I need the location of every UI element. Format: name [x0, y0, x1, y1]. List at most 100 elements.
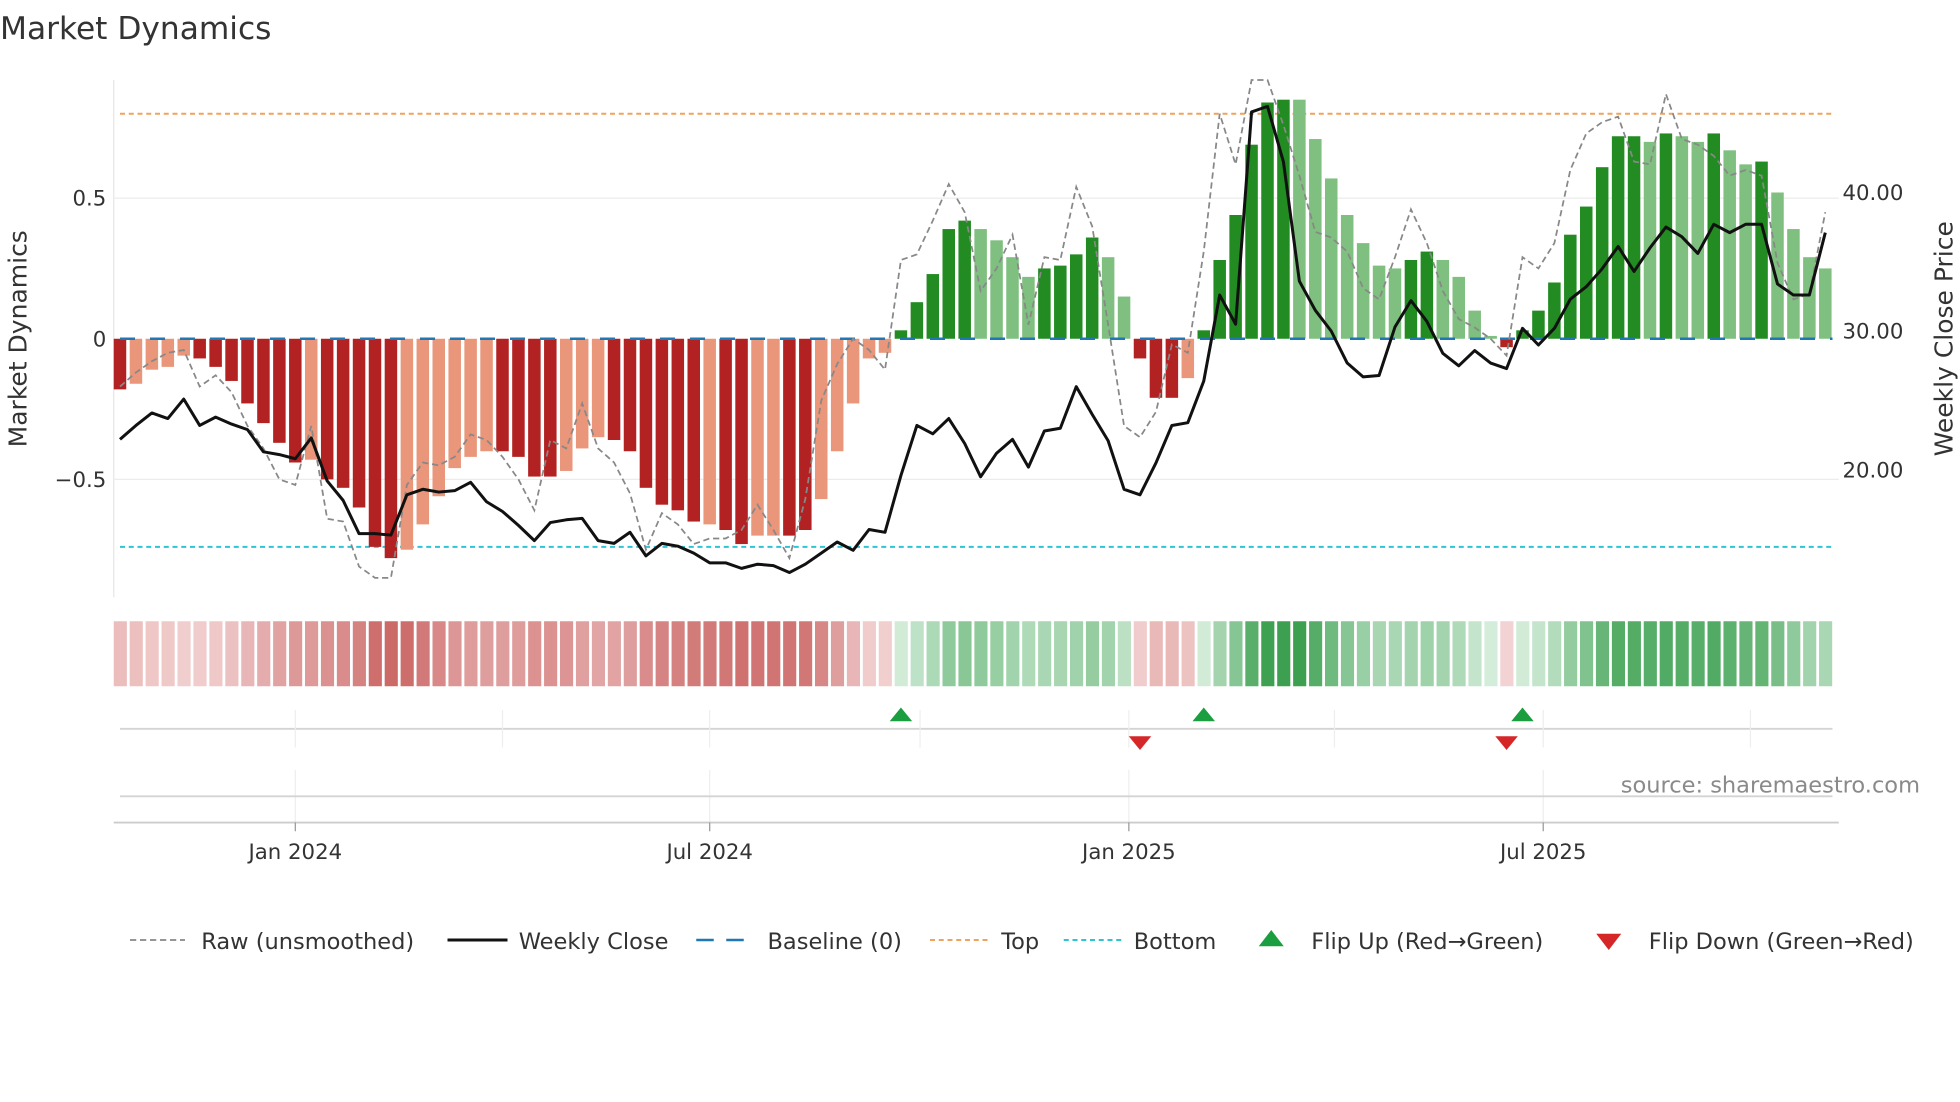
momentum-bar — [1723, 150, 1736, 339]
heat-cell — [1245, 621, 1259, 687]
momentum-bar — [878, 338, 892, 353]
heat-cell — [352, 621, 366, 687]
momentum-bar — [352, 338, 366, 508]
momentum-bar — [1755, 161, 1768, 339]
flip-up-marker — [1192, 707, 1215, 722]
heat-cell — [1181, 621, 1195, 687]
heat-cell — [416, 621, 430, 687]
momentum-bar — [241, 338, 254, 404]
heat-cell — [607, 621, 621, 687]
heat-cell — [225, 621, 239, 687]
momentum-bar — [1038, 268, 1051, 339]
heat-cell — [671, 621, 685, 687]
heat-cell — [1197, 621, 1211, 687]
momentum-bar — [655, 338, 669, 505]
heat-cell — [1516, 621, 1530, 687]
heat-cell — [1213, 621, 1227, 687]
y2-tick-label: 20.00 — [1843, 458, 1904, 483]
momentum-bar — [1070, 254, 1083, 339]
momentum-bar — [894, 330, 908, 339]
heat-cell — [113, 621, 127, 687]
heat-cell — [910, 621, 924, 687]
momentum-bar — [336, 338, 350, 488]
heat-cell — [926, 621, 940, 687]
heat-strip — [113, 621, 1833, 687]
x-tick-label: Jan 2024 — [247, 840, 343, 865]
momentum-bar — [990, 240, 1003, 339]
heat-cell — [1787, 621, 1801, 687]
heat-cell — [1022, 621, 1036, 687]
heat-cell — [544, 621, 558, 687]
momentum-bar — [910, 302, 924, 339]
heat-cell — [1133, 621, 1147, 687]
heat-cell — [846, 621, 860, 687]
momentum-bar — [209, 338, 222, 367]
momentum-bar — [177, 338, 190, 356]
heat-cell — [1070, 621, 1084, 687]
momentum-bar — [783, 338, 796, 536]
momentum-bar — [560, 338, 573, 471]
heat-cell — [1229, 621, 1243, 687]
heat-cell — [1548, 621, 1562, 687]
y-tick-label: −0.5 — [55, 468, 107, 493]
legend-label: Top — [1000, 929, 1039, 955]
momentum-bar — [512, 338, 525, 457]
momentum-bar — [607, 338, 621, 440]
momentum-bar — [639, 338, 653, 488]
heat-cell — [1755, 621, 1769, 687]
momentum-bar — [1500, 338, 1513, 348]
heat-cell — [1054, 621, 1068, 687]
source-label: source: sharemaestro.com — [1621, 773, 1920, 799]
momentum-bar — [1340, 215, 1354, 339]
heat-cell — [1452, 621, 1466, 687]
y2-tick-label: 40.00 — [1843, 181, 1904, 206]
momentum-bar — [528, 338, 541, 477]
momentum-bar — [623, 338, 637, 452]
heat-cell — [894, 621, 908, 687]
momentum-bar — [113, 338, 127, 390]
heat-cell — [990, 621, 1004, 687]
momentum-bar — [1325, 178, 1338, 339]
heat-cell — [1595, 621, 1610, 687]
momentum-bar — [257, 338, 270, 424]
heat-cell — [1819, 621, 1833, 687]
momentum-bar — [320, 338, 334, 480]
heat-cell — [161, 621, 175, 687]
momentum-bar — [1293, 99, 1306, 339]
heat-cell — [1388, 621, 1402, 687]
momentum-bar — [591, 338, 605, 438]
y2-tick-label: 30.00 — [1843, 320, 1904, 345]
heat-cell — [1277, 621, 1291, 687]
momentum-bar — [942, 229, 955, 339]
heat-cell — [767, 621, 781, 687]
heat-cell — [209, 621, 223, 687]
heat-cell — [1723, 621, 1737, 687]
heat-cell — [1165, 621, 1179, 687]
heat-cell — [1085, 621, 1100, 687]
momentum-bar — [926, 274, 940, 339]
momentum-bar — [1611, 136, 1625, 339]
heat-cell — [1420, 621, 1434, 687]
momentum-bar — [1787, 229, 1800, 339]
momentum-bar — [432, 338, 445, 497]
heat-cell — [257, 621, 271, 687]
heat-cell — [336, 621, 350, 687]
momentum-bar — [815, 338, 828, 500]
legend-label: Flip Down (Green→Red) — [1649, 929, 1914, 955]
momentum-bar — [1420, 251, 1434, 339]
heat-cell — [1643, 621, 1657, 687]
heat-cell — [1325, 621, 1339, 687]
momentum-bar — [687, 338, 700, 522]
momentum-bar — [400, 338, 414, 550]
momentum-bar — [1819, 268, 1832, 339]
heat-cell — [1006, 621, 1020, 687]
heat-cell — [719, 621, 733, 687]
legend-label: Bottom — [1134, 929, 1217, 955]
momentum-bar — [1277, 99, 1290, 339]
heat-cell — [830, 621, 845, 687]
momentum-bar — [1659, 133, 1673, 339]
heat-cell — [591, 621, 605, 687]
y2-axis-label: Weekly Close Price — [1930, 221, 1959, 456]
momentum-bar — [1101, 257, 1115, 339]
momentum-bar — [416, 338, 430, 525]
